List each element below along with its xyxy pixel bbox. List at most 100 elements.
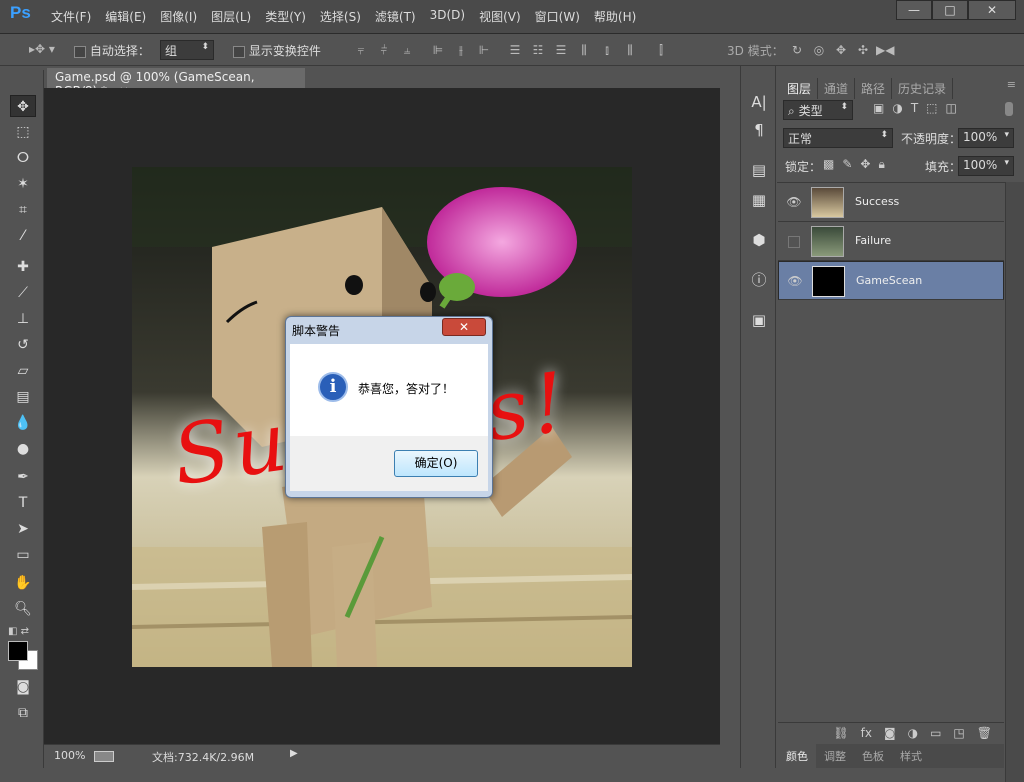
lasso-tool-icon[interactable]: ⵔ bbox=[10, 147, 36, 169]
tab-layers[interactable]: 图层 bbox=[781, 78, 819, 99]
eye-visible-icon[interactable]: 👁︎ bbox=[786, 195, 802, 209]
hand-tool-icon[interactable]: ✋ bbox=[10, 572, 36, 594]
paragraph-panel-icon[interactable]: ¶ bbox=[746, 118, 772, 142]
quick-mask-icon[interactable]: ◙ bbox=[10, 676, 36, 698]
zoom-tool-icon[interactable]: 🔍︎ bbox=[10, 598, 36, 620]
distribute-top-icon[interactable]: ☰ bbox=[506, 41, 524, 59]
brush-tool-icon[interactable]: ⟋ bbox=[10, 282, 36, 304]
menu-select[interactable]: 选择(S) bbox=[313, 8, 368, 25]
layer-style-icon[interactable]: fx bbox=[861, 726, 872, 740]
tab-styles[interactable]: 样式 bbox=[892, 744, 930, 768]
layer-row-success[interactable]: 👁︎ Success bbox=[778, 183, 1004, 222]
menu-layer[interactable]: 图层(L) bbox=[204, 8, 258, 25]
3d-slide-icon[interactable]: ✣ bbox=[854, 41, 872, 59]
history-brush-tool-icon[interactable]: ↺ bbox=[10, 334, 36, 356]
pen-tool-icon[interactable]: ✒ bbox=[10, 466, 36, 488]
tab-history[interactable]: 历史记录 bbox=[892, 78, 954, 99]
dialog-close-button[interactable]: ✕ bbox=[442, 318, 486, 336]
eye-visible-icon[interactable]: 👁︎ bbox=[787, 274, 803, 288]
align-vcenter-icon[interactable]: ⫩ bbox=[375, 41, 393, 59]
filter-type-icon[interactable]: T bbox=[911, 101, 918, 115]
menu-help[interactable]: 帮助(H) bbox=[587, 8, 643, 25]
lock-all-icon[interactable]: 🔒︎ bbox=[878, 157, 884, 172]
distribute-left-icon[interactable]: ⫼ bbox=[575, 41, 593, 59]
lock-image-icon[interactable]: ✎ bbox=[842, 157, 852, 172]
auto-select-checkbox[interactable] bbox=[74, 45, 86, 58]
menu-image[interactable]: 图像(I) bbox=[153, 8, 204, 25]
history-panel-icon[interactable]: ▤ bbox=[746, 158, 772, 182]
lock-position-icon[interactable]: ✥ bbox=[860, 157, 870, 172]
notes-panel-icon[interactable]: ▦ bbox=[746, 188, 772, 212]
panel-scrollbar[interactable] bbox=[1005, 182, 1024, 782]
swap-colors-icon[interactable]: ◧ ⇄ bbox=[8, 626, 29, 637]
menu-3d[interactable]: 3D(D) bbox=[423, 8, 472, 25]
blend-mode-dropdown[interactable]: 正常 ⬍ bbox=[783, 128, 893, 148]
menu-type[interactable]: 类型(Y) bbox=[258, 8, 313, 25]
distribute-right-icon[interactable]: ⫼ bbox=[621, 41, 639, 59]
screen-mode-icon[interactable]: ⧉ bbox=[10, 702, 36, 724]
menu-filter[interactable]: 滤镜(T) bbox=[368, 8, 423, 25]
status-menu-arrow-icon[interactable]: ▶ bbox=[290, 748, 298, 759]
zoom-level[interactable]: 100% bbox=[54, 749, 85, 762]
menu-view[interactable]: 视图(V) bbox=[472, 8, 528, 25]
layer-row-gamescean[interactable]: 👁︎ GameScean bbox=[778, 261, 1004, 300]
align-hcenter-icon[interactable]: ⫲ bbox=[452, 41, 470, 59]
distribute-bottom-icon[interactable]: ☰ bbox=[552, 41, 570, 59]
fill-input[interactable]: 100% ▾ bbox=[958, 156, 1014, 176]
gradient-tool-icon[interactable]: ▤ bbox=[10, 386, 36, 408]
maximize-button[interactable]: □ bbox=[932, 0, 968, 20]
link-layers-icon[interactable]: ⛓ bbox=[833, 726, 848, 740]
minimize-button[interactable]: — bbox=[896, 0, 932, 20]
filter-smart-object-icon[interactable]: ◫ bbox=[946, 101, 957, 115]
foreground-color-swatch[interactable] bbox=[8, 641, 28, 661]
align-left-icon[interactable]: ⊫ bbox=[429, 41, 447, 59]
new-layer-icon[interactable]: ◳ bbox=[953, 726, 964, 740]
align-right-icon[interactable]: ⊩ bbox=[475, 41, 493, 59]
tool-presets-panel-icon[interactable]: ▣ bbox=[746, 308, 772, 332]
filter-toggle[interactable] bbox=[1005, 102, 1013, 116]
filter-shape-icon[interactable]: ⬚ bbox=[926, 101, 937, 115]
filter-pixel-icon[interactable]: ▣ bbox=[873, 101, 884, 115]
menu-window[interactable]: 窗口(W) bbox=[528, 8, 587, 25]
delete-layer-icon[interactable]: 🗑︎ bbox=[977, 726, 992, 740]
move-tool-preset-icon[interactable]: ▸✥ ▾ bbox=[24, 40, 60, 58]
tab-adjustments[interactable]: 调整 bbox=[816, 744, 854, 768]
healing-brush-tool-icon[interactable]: ✚ bbox=[10, 256, 36, 278]
distribute-vcenter-icon[interactable]: ☷ bbox=[529, 41, 547, 59]
eraser-tool-icon[interactable]: ▱ bbox=[10, 360, 36, 382]
document-tab[interactable]: Game.psd @ 100% (GameScean, RGB/8) * × bbox=[47, 68, 305, 98]
layer-filter-dropdown[interactable]: ⌕ 类型 ⬍ bbox=[783, 100, 853, 120]
type-tool-icon[interactable]: T bbox=[10, 492, 36, 514]
tab-paths[interactable]: 路径 bbox=[855, 78, 893, 99]
close-button[interactable]: ✕ bbox=[968, 0, 1016, 20]
menu-file[interactable]: 文件(F) bbox=[44, 8, 98, 25]
rectangle-tool-icon[interactable]: ▭ bbox=[10, 544, 36, 566]
blur-tool-icon[interactable]: 💧 bbox=[10, 412, 36, 434]
lock-transparent-icon[interactable]: ▩ bbox=[823, 157, 834, 172]
adjustment-layer-icon[interactable]: ◑ bbox=[908, 726, 918, 740]
crop-tool-icon[interactable]: ⌗ bbox=[10, 199, 36, 221]
tab-color[interactable]: 颜色 bbox=[778, 744, 816, 768]
auto-align-icon[interactable]: ⫿ bbox=[652, 41, 670, 59]
marquee-tool-icon[interactable]: ⬚ bbox=[10, 121, 36, 143]
show-transform-checkbox[interactable] bbox=[233, 45, 245, 58]
tab-swatches[interactable]: 色板 bbox=[854, 744, 892, 768]
clone-stamp-tool-icon[interactable]: ⊥ bbox=[10, 308, 36, 330]
dodge-tool-icon[interactable]: ● bbox=[10, 438, 36, 460]
ok-button[interactable]: 确定(O) bbox=[394, 450, 478, 477]
info-panel-icon[interactable]: ⓘ bbox=[746, 268, 772, 292]
3d-roll-icon[interactable]: ◎ bbox=[810, 41, 828, 59]
new-group-icon[interactable]: ▭ bbox=[930, 726, 941, 740]
distribute-hcenter-icon[interactable]: ⫾ bbox=[598, 41, 616, 59]
3d-drag-icon[interactable]: ✥ bbox=[832, 41, 850, 59]
layer-row-failure[interactable]: Failure bbox=[778, 222, 1004, 261]
eye-hidden-box[interactable] bbox=[788, 236, 800, 248]
move-tool-icon[interactable]: ✥ bbox=[10, 95, 36, 117]
auto-select-dropdown[interactable]: 组 ⬍ bbox=[160, 40, 214, 60]
align-bottom-icon[interactable]: ⫨ bbox=[398, 41, 416, 59]
panel-menu-icon[interactable]: ≡ bbox=[1007, 78, 1016, 91]
character-panel-icon[interactable]: A| bbox=[746, 90, 772, 114]
status-preview-icon[interactable] bbox=[94, 751, 114, 762]
opacity-input[interactable]: 100% ▾ bbox=[958, 128, 1014, 148]
path-selection-tool-icon[interactable]: ➤ bbox=[10, 518, 36, 540]
